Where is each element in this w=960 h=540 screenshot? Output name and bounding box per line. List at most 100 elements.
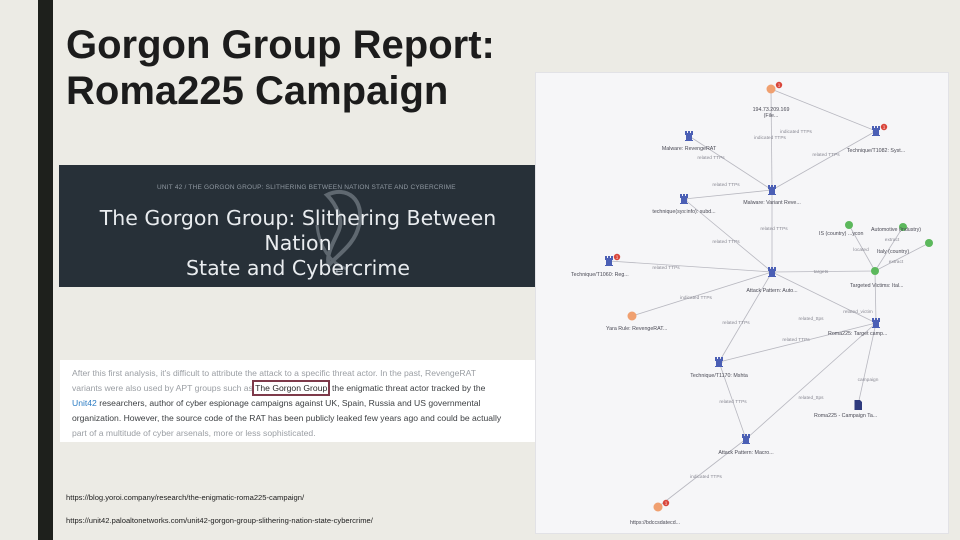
fingerprint-icon [766, 84, 776, 94]
graph-node-label: Roma225 - Campaign Ta... [814, 413, 877, 419]
graph-edge-label: related_ttps [798, 316, 824, 322]
banner-title: The Gorgon Group: Slithering Between Nat… [73, 206, 523, 281]
graph-edge-label: related TTPs [697, 155, 725, 161]
graph-edge-label: related TTPs [652, 265, 680, 271]
accent-bar [38, 0, 53, 540]
graph-edge-label: targets [814, 269, 829, 275]
graph-edge-label: related_ttps [798, 395, 824, 401]
slide-title-line1: Gorgon Group Report: [66, 23, 495, 67]
graph-node-label: https://bdccsdatecd... [630, 520, 680, 526]
castle-icon [768, 267, 776, 277]
castle-icon [768, 185, 776, 195]
article-excerpt: After this first analysis, it's difficul… [60, 360, 536, 442]
banner-title-line2: State and Cybercrime [186, 256, 410, 280]
graph-node-label: Attack Pattern: Auto... [746, 288, 797, 294]
graph-edge [683, 189, 773, 201]
graph-node-label: Italy (country) [877, 249, 909, 255]
graph-edge [873, 270, 878, 324]
excerpt-line: organization. However, the source code o… [72, 411, 530, 426]
threat-graph: indicated TTPsindicated TTPsrelated TTPs… [571, 81, 933, 526]
excerpt-text: After this first analysis, it's difficul… [72, 368, 476, 378]
graph-edge-label: related TTPs [812, 152, 840, 158]
graph-edge [688, 135, 773, 191]
excerpt-line: Unit42 researchers, author of cyber espi… [72, 396, 530, 411]
castle-icon [605, 256, 613, 266]
graph-node-report[interactable]: Roma225 - Campaign Ta... [814, 400, 877, 419]
graph-node-ircountry[interactable]: IS (country) ...ycon [819, 221, 864, 237]
graph-node-targeted[interactable]: Targeted Victims: Ital... [850, 267, 903, 289]
graph-node-url[interactable]: 1https://bdccsdatecd... [630, 499, 680, 526]
identity-icon [925, 239, 933, 247]
castle-icon [715, 357, 723, 367]
excerpt-text: variants were also used by APT groups su… [72, 383, 253, 393]
castle-icon [680, 194, 688, 204]
graph-node-label: Automotive (industry) [871, 227, 921, 233]
graph-node-automotive[interactable]: Automotive (industry) [871, 223, 921, 233]
graph-node-malware[interactable]: Malware: RevengeRAT [662, 131, 717, 152]
graph-node-label: Technique/T1082: Syst... [847, 148, 905, 154]
graph-node-sublabel: (File... [764, 113, 779, 119]
graph-node-label: Yara Rule: RevengeRAT... [606, 326, 667, 332]
graph-edge-label: related TTPs [719, 399, 747, 405]
graph-node-label: Attack Pattern: Macro... [718, 450, 773, 456]
graph-edge-label: indicated TTPs [780, 129, 813, 135]
slide-title-line2: Roma225 Campaign [66, 69, 449, 113]
graph-node-tech1082[interactable]: 1Technique/T1082: Syst... [847, 123, 905, 154]
excerpt-line: part of a multitude of cyber arsenals, m… [72, 426, 530, 441]
highlighted-gorgon-group: The Gorgon Group [252, 380, 331, 396]
banner-title-line1: The Gorgon Group: Slithering Between Nat… [99, 206, 497, 255]
graph-edge [631, 271, 773, 317]
graph-node-techsub[interactable]: technique(sys:info): subd... [652, 194, 716, 215]
graph-edge-label: related TTPs [760, 226, 788, 232]
threat-graph-panel: indicated TTPs indicated TTPs related TTPs… [535, 72, 949, 534]
excerpt-text: organization. However, the source code o… [72, 413, 502, 423]
graph-edge-label: indicated TTPs [754, 135, 787, 141]
excerpt-text: , the enigmatic threat actor tracked by … [327, 383, 486, 393]
graph-node-label: Malware: RevengeRAT [662, 146, 717, 152]
share-icon[interactable]: ⭠ [335, 266, 343, 277]
graph-node-label: Targeted Victims: Ital... [850, 283, 903, 289]
graph-edge-label: campaign [858, 377, 879, 383]
excerpt-text: part of a multitude of cyber arsenals, m… [72, 428, 316, 438]
graph-edge-label: indicated TTPs [680, 295, 713, 301]
castle-icon [685, 131, 693, 141]
graph-node-label: Technique/T1060: Reg... [571, 272, 629, 278]
graph-node-label: Roma225: Target camp... [828, 331, 887, 337]
fingerprint-icon [627, 311, 637, 321]
graph-edge [745, 322, 877, 440]
graph-node-tech1060[interactable]: 1Technique/T1060: Reg... [571, 253, 629, 278]
fingerprint-icon [653, 502, 663, 512]
graph-node-label: Technique/T1170: Mshta [690, 373, 748, 379]
identity-icon [845, 221, 853, 229]
graph-edge-label: related TTPs [722, 320, 750, 326]
castle-icon [872, 126, 880, 136]
graph-edge [718, 271, 773, 363]
article-banner: UNIT 42 / THE GORGON GROUP: SLITHERING B… [59, 165, 536, 287]
graph-edge-label: extract [889, 259, 904, 265]
excerpt-line: After this first analysis, it's difficul… [72, 366, 530, 381]
graph-edge-label: located [853, 247, 869, 253]
source-url-unit42[interactable]: https://unit42.paloaltonetworks.com/unit… [66, 516, 373, 525]
identity-icon [871, 267, 879, 275]
graph-edge-label: indicated TTPs [690, 474, 723, 480]
graph-node-tech1170[interactable]: Technique/T1170: Mshta [690, 357, 748, 379]
slide-title: Gorgon Group Report: Roma225 Campaign [66, 22, 536, 114]
graph-node-attackpattern2[interactable]: Attack Pattern: Macro... [718, 434, 774, 456]
graph-edge [608, 260, 773, 274]
graph-edge-label: related TTPs [712, 239, 740, 245]
castle-icon [742, 434, 750, 444]
graph-edge [874, 242, 930, 272]
graph-edge-label: extract [885, 237, 900, 243]
graph-edge-label: related TTPs [782, 337, 810, 343]
report-icon [854, 400, 862, 410]
castle-icon [872, 318, 880, 328]
graph-edge [771, 130, 877, 191]
graph-edge-label: related TTPs [712, 182, 740, 188]
graph-node-label: IS (country) ...ycon [819, 231, 864, 237]
source-url-yoroi[interactable]: https://blog.yoroi.company/research/the-… [66, 493, 304, 502]
unit42-link[interactable]: Unit42 [72, 398, 97, 408]
graph-edge-label: related_victim [843, 309, 873, 315]
excerpt-text: researchers, author of cyber espionage c… [96, 398, 481, 408]
graph-edge [771, 271, 877, 324]
excerpt-line: variants were also used by APT groups su… [72, 380, 530, 396]
